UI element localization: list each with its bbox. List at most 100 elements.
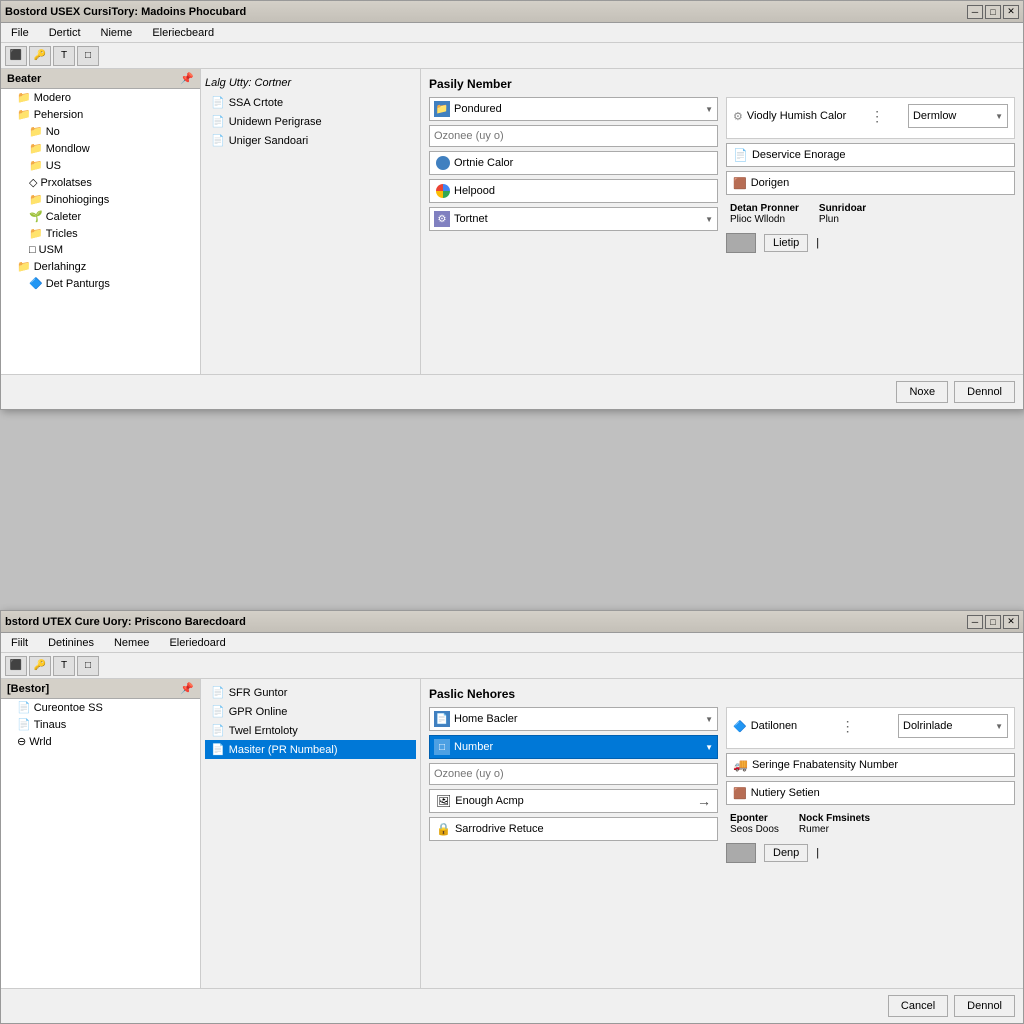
list-item-twel[interactable]: 📄 Twel Erntoloty [205,721,416,740]
maximize-btn-1[interactable]: □ [985,5,1001,19]
list-item-uniger[interactable]: 📄 Uniger Sandoari [205,131,416,150]
item-icon: ◇ [29,176,37,189]
close-btn-1[interactable]: ✕ [1003,5,1019,19]
btn-enough-acmp[interactable]: 🖼 Enough Acmp → [429,789,718,813]
tree-item-dinohiogings[interactable]: 📁 Dinohiogings [1,191,200,208]
menu-nemee[interactable]: Nemee [108,635,155,651]
list-item-unidewn[interactable]: 📄 Unidewn Perigrase [205,112,416,131]
dropdown-arrow-2: ▼ [705,215,713,224]
more-options-btn-1[interactable]: ⋮ [870,108,884,125]
menu-fiilt[interactable]: Fiilt [5,635,34,651]
dropdown-homebacler[interactable]: 📄 Home Bacler ▼ [429,707,718,731]
section-title-2: Paslic Nehores [429,687,1015,701]
ozonee-input-1[interactable] [429,125,718,147]
sarrodrive-icon: 🔒 [436,822,451,836]
btn-seringe[interactable]: 🚚 Seringe Fnabatensity Number [726,753,1015,777]
footer-cancel-btn[interactable]: Cancel [888,995,948,1017]
info-row-1: Detan Pronner Plioc Wllodn Sunridoar Plu… [726,199,1015,229]
menu-detinines[interactable]: Detinines [42,635,100,651]
swatch-separator: | [816,237,819,249]
toolbar-btn-3[interactable]: T [53,46,75,66]
swatch-separator-2: | [816,847,819,859]
color-swatch-2 [726,843,756,863]
dialog-footer-1: Noxe Dennol [1,374,1023,409]
dropdown-dolrinlade[interactable]: Dolrinlade ▼ [898,714,1008,738]
homebacler-icon: 📄 [434,711,450,727]
more-options-btn-2[interactable]: ⋮ [841,718,855,735]
footer-noxe-btn[interactable]: Noxe [896,381,948,403]
tree-item-tinaus[interactable]: 📄 Tinaus [1,716,200,733]
tree-item-caleter[interactable]: 🌱 Caleter [1,208,200,225]
tree-item-tricles[interactable]: 📁 Tricles [1,225,200,242]
close-btn-2[interactable]: ✕ [1003,615,1019,629]
tree-item-derlahingz[interactable]: 📁 Derlahingz [1,258,200,275]
toolbar-btn-7[interactable]: T [53,656,75,676]
btn-sarrodrive[interactable]: 🔒 Sarrodrive Retuce [429,817,718,841]
panel-right-1: ⚙ Viodly Humish Calor ⋮ Dermlow ▼ 📄 [726,97,1015,253]
menu-eleriecbeard-1[interactable]: Eleriecbeard [146,25,220,41]
footer-dennol-btn-2[interactable]: Dennol [954,995,1015,1017]
dorigen-icon: 🟫 [733,177,747,190]
swatch-row-1: Lietip | [726,233,1015,253]
menu-nieme-1[interactable]: Nieme [95,25,139,41]
sub-dropdown-number[interactable]: □ Number ▼ [429,735,718,759]
list-item-ssa[interactable]: 📄 SSA Crtote [205,93,416,112]
footer-dennol-btn[interactable]: Dennol [954,381,1015,403]
tree-item-us[interactable]: 📁 US [1,157,200,174]
sidebar-header-2: [Bestor] 📌 [1,679,200,699]
list-item-sfr[interactable]: 📄 SFR Guntor [205,683,416,702]
folder-icon: 📁 [29,227,43,240]
lookup-btn-1[interactable]: Lietip [764,234,808,252]
minimize-btn-1[interactable]: ─ [967,5,983,19]
menu-dertict-1[interactable]: Dertict [43,25,87,41]
toolbar-btn-4[interactable]: □ [77,46,99,66]
dropdown-tortnet[interactable]: ⚙ Tortnet ▼ [429,207,718,231]
dropdown-dermlow[interactable]: Dermlow ▼ [908,104,1008,128]
dropdown-arrow-4: ▼ [705,715,713,724]
dropdown-pondured[interactable]: 📁 Pondured ▼ [429,97,718,121]
ozonee-input-2[interactable] [429,763,718,785]
btn-dorigen[interactable]: 🟫 Dorigen [726,171,1015,195]
right-panel-1: Pasily Nember 📁 Pondured ▼ Ortnie Calor [421,69,1023,374]
swatch-row-2: Denp | [726,843,1015,863]
dropdown-arrow-3: ▼ [995,112,1003,121]
tree-item-usm[interactable]: □ USM [1,242,200,258]
list-item-gpr[interactable]: 📄 GPR Online [205,702,416,721]
doc-icon: 📄 [211,686,225,699]
right-section-2: 🔷 Datilonen ⋮ Dolrinlade ▼ [726,707,1015,749]
dropdown-arrow-1: ▼ [705,105,713,114]
btn-helpood[interactable]: Helpood [429,179,718,203]
btn-nutiery[interactable]: 🟫 Nutiery Setien [726,781,1015,805]
nutiery-icon: 🟫 [733,787,747,800]
tree-item-wrld[interactable]: ⊖ Wrld [1,733,200,750]
info-row-2: Eponter Seos Doos Nock Fmsinets Rumer [726,809,1015,839]
tree-item-cureontoe[interactable]: 📄 Cureontoe SS [1,699,200,716]
center-list-panel-1: Lalg Utty: Cortner 📄 SSA Crtote 📄 Unidew… [201,69,421,374]
tree-item-prxolatses[interactable]: ◇ Prxolatses [1,174,200,191]
tree-item-pehersion[interactable]: 📁 Pehersion [1,106,200,123]
tree-item-mondlow[interactable]: 📁 Mondlow [1,140,200,157]
menu-bar-2: Fiilt Detinines Nemee Eleriedoard [1,633,1023,653]
item-icon: ⊖ [17,735,26,748]
menu-eleriedoard[interactable]: Eleriedoard [163,635,231,651]
lookup-btn-2[interactable]: Denp [764,844,808,862]
toolbar-btn-1[interactable]: ⬛ [5,46,27,66]
menu-file-1[interactable]: File [5,25,35,41]
tree-item-no[interactable]: 📁 No [1,123,200,140]
title-bar-1: Bostord USEX CursiTory: Madoins Phocubar… [1,1,1023,23]
toolbar-btn-8[interactable]: □ [77,656,99,676]
dialog-footer-2: Cancel Dennol [1,988,1023,1023]
window-content-2: [Bestor] 📌 📄 Cureontoe SS 📄 Tinaus ⊖ Wrl… [1,679,1023,988]
minimize-btn-2[interactable]: ─ [967,615,983,629]
btn-ortnie-calor[interactable]: Ortnie Calor [429,151,718,175]
tree-item-det-panturgs[interactable]: 🔷 Det Panturgs [1,275,200,292]
btn-deservice[interactable]: 📄 Deservice Enorage [726,143,1015,167]
toolbar-btn-2[interactable]: 🔑 [29,46,51,66]
tree-item-modero[interactable]: 📁 Modero [1,89,200,106]
list-item-masiter[interactable]: 📄 Masiter (PR Numbeal) [205,740,416,759]
maximize-btn-2[interactable]: □ [985,615,1001,629]
viodly-icon: ⚙ [733,110,743,123]
sidebar-header-1: Beater 📌 [1,69,200,89]
toolbar-btn-6[interactable]: 🔑 [29,656,51,676]
toolbar-btn-5[interactable]: ⬛ [5,656,27,676]
